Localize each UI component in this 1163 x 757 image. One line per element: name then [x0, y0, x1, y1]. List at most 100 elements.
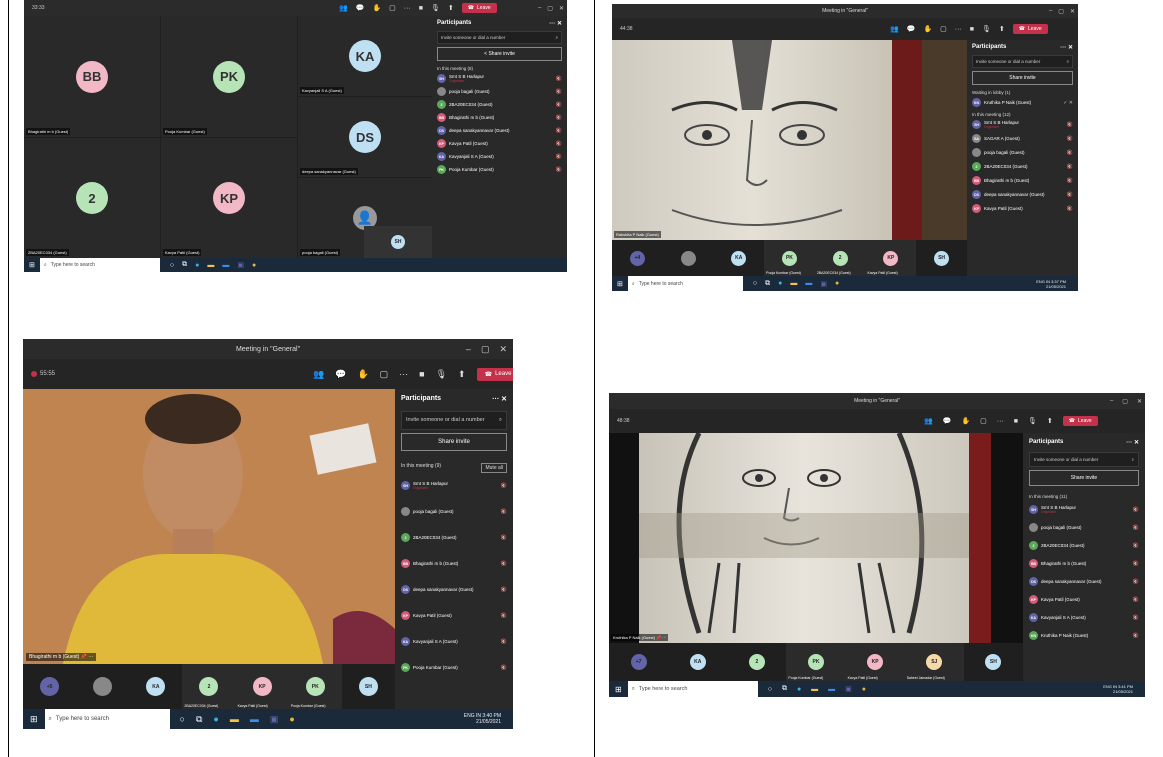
minimize-icon[interactable]: –	[1049, 8, 1052, 14]
store-icon[interactable]: ▬	[222, 262, 229, 269]
leave-button[interactable]: ☎ Leave	[476, 367, 513, 381]
participants-icon[interactable]: 👥	[339, 4, 348, 12]
mic-off-icon[interactable]: 🔇	[556, 154, 562, 160]
chat-icon[interactable]: 💬	[907, 25, 916, 33]
mic-off-icon[interactable]: 🔇	[1133, 633, 1139, 639]
taskbar-search[interactable]: ⌕ Type here to search	[44, 709, 170, 729]
filmstrip-tile[interactable]: KA	[129, 664, 182, 709]
invite-input[interactable]: Invite someone or dial a number ⌕	[1029, 452, 1139, 467]
leave-button[interactable]: ☎ Leave	[1012, 24, 1048, 34]
mic-off-icon[interactable]: 🔇	[556, 141, 562, 147]
mic-off-icon[interactable]: 🔇	[1133, 543, 1139, 549]
mic-off-icon[interactable]: 🔇	[556, 115, 562, 121]
mic-off-icon[interactable]: 🔇	[1067, 206, 1073, 212]
explorer-icon[interactable]: ▬	[230, 714, 239, 724]
filmstrip-tile[interactable]: SJ Saheel Jamadar (Guest)	[904, 643, 964, 681]
share-invite-button[interactable]: Share invite	[1029, 470, 1139, 486]
participant-row[interactable]: 2 2BA20EC034 (Guest) 🔇	[972, 162, 1073, 171]
participant-row[interactable]: 2 2BA20EC034 (Guest) 🔇	[401, 533, 507, 542]
participant-row[interactable]: SH Smt S B Harlapur Organizer 🔇	[972, 120, 1073, 129]
chat-icon[interactable]: 💬	[335, 369, 346, 380]
participant-row[interactable]: KA Kavyanjali S A (Guest) 🔇	[1029, 613, 1139, 622]
cortana-icon[interactable]: ○	[768, 686, 772, 693]
edge-icon[interactable]: ●	[213, 714, 218, 724]
participant-row[interactable]: SH Smt S B Harlapur Organizer 🔇	[401, 481, 507, 490]
task-view-icon[interactable]: ⧉	[196, 714, 202, 725]
edge-icon[interactable]: ●	[195, 262, 199, 269]
filmstrip-tile[interactable]: 2	[727, 643, 786, 681]
filmstrip-tile[interactable]: +7	[609, 643, 668, 681]
mic-off-icon[interactable]: 🔇	[556, 128, 562, 134]
participant-row[interactable]: PK Pooja Kumbar (Guest) 🔇	[401, 663, 507, 672]
filmstrip-tile[interactable]: SH	[916, 240, 967, 276]
maximize-icon[interactable]: ▢	[481, 344, 490, 355]
filmstrip-tile[interactable]: +5	[23, 664, 76, 709]
reactions-icon[interactable]: ✋	[923, 25, 932, 33]
participant-row[interactable]: BB Bhagirathi m b (Guest) 🔇	[401, 559, 507, 568]
explorer-icon[interactable]: ▬	[207, 262, 214, 269]
participant-row[interactable]: pooja bagali (Guest) 🔇	[1029, 523, 1139, 532]
mic-off-icon[interactable]: 🔇	[501, 509, 507, 515]
rooms-icon[interactable]: ▢	[380, 369, 389, 380]
camera-icon[interactable]: ■	[419, 5, 423, 12]
participant-row[interactable]: DS deepa sanakyannavar (Guest) 🔇	[972, 190, 1073, 199]
filmstrip-tile[interactable]: PK Pooja Kumbar (Guest)	[786, 643, 846, 681]
mic-off-icon[interactable]: 🔇	[1133, 507, 1139, 513]
participant-row[interactable]: DS deepa sanakyannavar (Guest) 🔇	[437, 126, 562, 135]
chat-icon[interactable]: 💬	[356, 4, 365, 12]
more-icon[interactable]: ···	[997, 418, 1004, 425]
lobby-participant[interactable]: KN Kruthika P Naik (Guest) ✓ ✕	[972, 98, 1073, 107]
chrome-icon[interactable]: ●	[835, 280, 839, 287]
mic-off-icon[interactable]: 🔇	[501, 613, 507, 619]
close-icon[interactable]: ✕	[1137, 398, 1142, 405]
invite-input[interactable]: Invite someone or dial a number ⌕	[972, 55, 1073, 68]
participant-row[interactable]: pooja bagali (Guest) 🔇	[972, 148, 1073, 157]
mic-off-icon[interactable]: 🔇	[556, 89, 562, 95]
pin-icon[interactable]: 📌	[81, 654, 87, 660]
filmstrip-tile[interactable]: +4	[612, 240, 663, 276]
mic-off-icon[interactable]: 🔇	[1067, 192, 1073, 198]
mute-all-button[interactable]: Mute all	[481, 463, 507, 473]
close-icon[interactable]: ··· ✕	[1060, 44, 1073, 51]
task-view-icon[interactable]: ⧉	[782, 685, 787, 693]
video-tile[interactable]: BB Bhagirathi m b (Guest)	[24, 16, 160, 137]
participant-row[interactable]: KP Kavya Patil (Guest) 🔇	[437, 139, 562, 148]
windows-start-icon[interactable]: ⊞	[609, 685, 628, 694]
mic-off-icon[interactable]: 🔇	[1067, 164, 1073, 170]
leave-button[interactable]: ☎ Leave	[1062, 416, 1098, 426]
mic-off-icon[interactable]: 🔇	[501, 639, 507, 645]
mic-off-icon[interactable]: 🔇	[1067, 178, 1073, 184]
video-tile[interactable]: KP Kavya Patil (Guest)	[161, 138, 297, 258]
maximize-icon[interactable]: ▢	[1122, 398, 1128, 405]
participant-row[interactable]: 2 2BA20EC034 (Guest) 🔇	[1029, 541, 1139, 550]
participant-row[interactable]: PK Pooja Kumbar (Guest) 🔇	[437, 165, 562, 174]
participants-icon[interactable]: 👥	[890, 25, 899, 33]
camera-icon[interactable]: ■	[970, 26, 974, 33]
participant-row[interactable]: SA SAGAR A (Guest) 🔇	[972, 134, 1073, 143]
windows-start-icon[interactable]: ⊞	[24, 261, 40, 269]
mic-off-icon[interactable]: 🔇	[501, 561, 507, 567]
teams-icon[interactable]: ▣	[270, 714, 279, 725]
participant-row[interactable]: KA Kavyanjali S A (Guest) 🔇	[437, 152, 562, 161]
leave-button[interactable]: ☎ Leave	[461, 3, 497, 14]
cortana-icon[interactable]: ○	[180, 714, 185, 724]
teams-icon[interactable]: ▣	[237, 261, 244, 269]
teams-icon[interactable]: ▣	[820, 280, 827, 288]
participant-row[interactable]: pooja bagali (Guest) 🔇	[401, 507, 507, 516]
participant-row[interactable]: BB Bhagirathi m b (Guest) 🔇	[972, 176, 1073, 185]
more-icon[interactable]: ···	[955, 26, 962, 33]
mic-off-icon[interactable]: 🔇	[556, 102, 562, 108]
filmstrip-tile[interactable]: KA	[713, 240, 764, 276]
participants-icon[interactable]: 👥	[313, 369, 324, 380]
mic-off-icon[interactable]: 🔇	[1067, 136, 1073, 142]
share-tray-icon[interactable]: ⬆	[1047, 417, 1053, 425]
participant-row[interactable]: DS deepa sanakyannavar (Guest) 🔇	[401, 585, 507, 594]
close-icon[interactable]: ··· ✕	[492, 395, 507, 403]
video-tile[interactable]: DS deepa sanakyannavar (Guest)	[298, 97, 432, 177]
speaker-video[interactable]: Bhagirathi m b (Guest) 📌 ···	[23, 389, 395, 664]
rooms-icon[interactable]: ▢	[389, 4, 396, 12]
mic-off-icon[interactable]: 🔇	[1133, 579, 1139, 585]
filmstrip-tile[interactable]: KP Kavya Patil (Guest)	[865, 240, 917, 276]
filmstrip-tile[interactable]: KA	[668, 643, 727, 681]
taskbar-search[interactable]: ⌕ Type here to search	[627, 276, 743, 291]
